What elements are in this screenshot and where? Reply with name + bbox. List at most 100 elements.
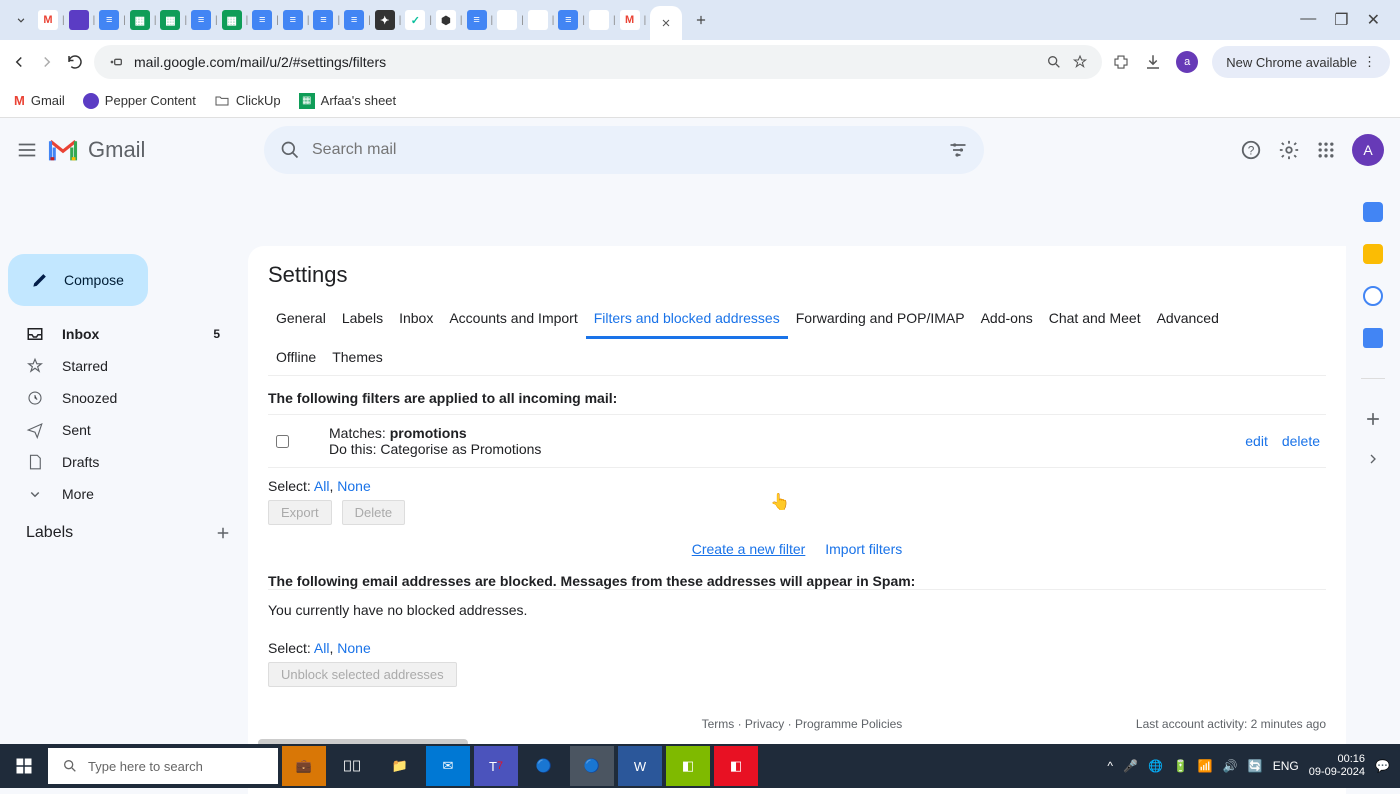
unblock-button[interactable]: Unblock selected addresses <box>268 662 457 687</box>
tab-icon[interactable]: ◆ <box>589 10 609 30</box>
battery-icon[interactable]: 🔋 <box>1173 759 1188 773</box>
tab-docs-icon[interactable]: ≡ <box>99 10 119 30</box>
edit-filter-link[interactable]: edit <box>1245 433 1268 449</box>
tab-icon[interactable]: ✓ <box>405 10 425 30</box>
select-all-link[interactable]: All <box>314 478 330 494</box>
file-explorer-icon[interactable]: 📁 <box>378 746 422 786</box>
select-none-link[interactable]: None <box>337 640 370 656</box>
maximize-icon[interactable]: ❐ <box>1334 10 1348 30</box>
nav-more[interactable]: More <box>0 478 248 510</box>
settings-gear-icon[interactable] <box>1278 139 1300 161</box>
zoom-icon[interactable] <box>1046 54 1062 70</box>
tab-icon[interactable]: ◆ <box>497 10 517 30</box>
teams-icon[interactable]: T7 <box>474 746 518 786</box>
app-icon[interactable]: ◧ <box>714 746 758 786</box>
export-button[interactable]: Export <box>268 500 332 525</box>
nav-drafts[interactable]: Drafts <box>0 446 248 478</box>
search-options-icon[interactable] <box>948 140 968 160</box>
tab-docs-icon[interactable]: ≡ <box>191 10 211 30</box>
bookmark-star-icon[interactable] <box>1072 54 1088 70</box>
wifi-icon[interactable]: 📶 <box>1198 759 1213 773</box>
contacts-icon[interactable] <box>1363 328 1383 348</box>
tab-icon[interactable] <box>69 10 89 30</box>
volume-icon[interactable]: 🔊 <box>1223 759 1238 773</box>
tab-addons[interactable]: Add-ons <box>973 300 1041 339</box>
tab-inbox[interactable]: Inbox <box>391 300 441 339</box>
keep-icon[interactable] <box>1363 244 1383 264</box>
clock[interactable]: 00:16 09-09-2024 <box>1309 753 1365 779</box>
tab-icon[interactable]: ⬢ <box>436 10 456 30</box>
forward-icon[interactable] <box>38 53 56 71</box>
delete-filter-link[interactable]: delete <box>1282 433 1320 449</box>
tab-forwarding[interactable]: Forwarding and POP/IMAP <box>788 300 973 339</box>
tabs-dropdown-icon[interactable] <box>8 13 34 27</box>
delete-button[interactable]: Delete <box>342 500 406 525</box>
tab-labels[interactable]: Labels <box>334 300 391 339</box>
account-avatar[interactable]: A <box>1352 134 1384 166</box>
help-icon[interactable]: ? <box>1240 139 1262 161</box>
tab-docs-icon[interactable]: ≡ <box>558 10 578 30</box>
tab-docs-icon[interactable]: ≡ <box>252 10 272 30</box>
compose-button[interactable]: Compose <box>8 254 148 306</box>
tab-docs-icon[interactable]: ≡ <box>467 10 487 30</box>
calendar-icon[interactable] <box>1363 202 1383 222</box>
chrome-icon[interactable]: 🔵 <box>522 746 566 786</box>
tab-offline[interactable]: Offline <box>268 339 324 375</box>
back-icon[interactable] <box>10 53 28 71</box>
hamburger-menu-icon[interactable] <box>16 139 38 161</box>
site-info-icon[interactable] <box>108 54 124 70</box>
url-input[interactable]: mail.google.com/mail/u/2/#settings/filte… <box>94 45 1102 79</box>
lang-indicator[interactable]: ENG <box>1273 759 1299 773</box>
add-label-icon[interactable] <box>214 524 232 542</box>
tab-advanced[interactable]: Advanced <box>1149 300 1227 339</box>
tab-chat[interactable]: Chat and Meet <box>1041 300 1149 339</box>
outlook-icon[interactable]: ✉ <box>426 746 470 786</box>
tab-docs-icon[interactable]: ≡ <box>313 10 333 30</box>
nav-sent[interactable]: Sent <box>0 414 248 446</box>
bookmark-pepper[interactable]: Pepper Content <box>83 93 196 109</box>
chrome-active-icon[interactable]: 🔵 <box>570 746 614 786</box>
tab-sheets-icon[interactable]: ▦ <box>160 10 180 30</box>
taskbar-app-icon[interactable]: 💼 <box>282 746 326 786</box>
minimize-icon[interactable]: — <box>1300 10 1316 30</box>
reload-icon[interactable] <box>66 53 84 71</box>
terms-link[interactable]: Terms <box>702 717 735 731</box>
nav-snoozed[interactable]: Snoozed <box>0 382 248 414</box>
search-mail[interactable] <box>264 126 984 174</box>
taskbar-search[interactable]: Type here to search <box>48 748 278 784</box>
tab-sheets-icon[interactable]: ▦ <box>222 10 242 30</box>
tab-icon[interactable]: ✦ <box>375 10 395 30</box>
bookmark-sheet[interactable]: ▦Arfaa's sheet <box>299 93 396 109</box>
tab-themes[interactable]: Themes <box>324 339 391 375</box>
extensions-icon[interactable] <box>1112 53 1130 71</box>
gmail-logo-icon[interactable] <box>48 138 78 162</box>
tasks-icon[interactable] <box>1363 286 1383 306</box>
app-icon[interactable]: ◧ <box>666 746 710 786</box>
search-input[interactable] <box>312 141 936 159</box>
tab-sheets-icon[interactable]: ▦ <box>130 10 150 30</box>
new-tab-icon[interactable] <box>686 13 716 27</box>
tab-accounts[interactable]: Accounts and Import <box>441 300 585 339</box>
close-window-icon[interactable]: ✕ <box>1367 10 1380 30</box>
mic-icon[interactable]: 🎤 <box>1123 759 1138 773</box>
start-button[interactable] <box>0 757 48 775</box>
tab-general[interactable]: General <box>268 300 334 339</box>
tab-docs-icon[interactable]: ≡ <box>344 10 364 30</box>
create-filter-link[interactable]: Create a new filter <box>692 541 806 557</box>
bookmark-gmail[interactable]: MGmail <box>14 93 65 108</box>
privacy-link[interactable]: Privacy <box>745 717 784 731</box>
close-tab-icon[interactable] <box>660 17 672 29</box>
tab-gmail-icon[interactable]: M <box>620 10 640 30</box>
tab-gmail-icon[interactable]: M <box>38 10 58 30</box>
tab-docs-icon[interactable]: ≡ <box>283 10 303 30</box>
globe-icon[interactable]: 🌐 <box>1148 759 1163 773</box>
select-all-link[interactable]: All <box>314 640 330 656</box>
bookmark-clickup[interactable]: ClickUp <box>214 93 281 109</box>
side-panel-toggle-icon[interactable] <box>1365 451 1381 467</box>
apps-grid-icon[interactable] <box>1316 140 1336 160</box>
tray-chevron-icon[interactable]: ^ <box>1107 759 1113 773</box>
add-addon-icon[interactable] <box>1363 409 1383 429</box>
new-chrome-button[interactable]: New Chrome available ⋮ <box>1212 46 1390 78</box>
word-icon[interactable]: W <box>618 746 662 786</box>
downloads-icon[interactable] <box>1144 53 1162 71</box>
